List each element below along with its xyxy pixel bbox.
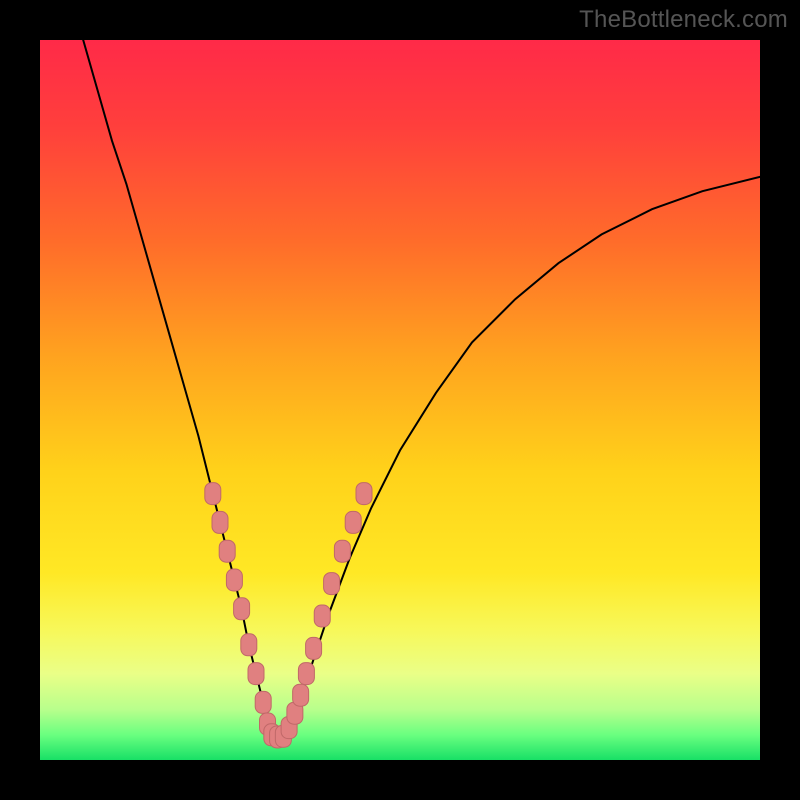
marker-group (205, 483, 372, 748)
data-marker (345, 511, 361, 533)
watermark-text: TheBottleneck.com (579, 6, 788, 34)
data-marker (314, 605, 330, 627)
data-marker (324, 573, 340, 595)
data-marker (205, 483, 221, 505)
chart-layer (40, 40, 760, 760)
data-marker (293, 684, 309, 706)
data-marker (298, 663, 314, 685)
data-marker (334, 540, 350, 562)
data-marker (306, 637, 322, 659)
outer-frame: TheBottleneck.com (0, 0, 800, 800)
data-marker (212, 511, 228, 533)
data-marker (234, 598, 250, 620)
curve-left-branch (83, 40, 270, 738)
plot-area (40, 40, 760, 760)
data-marker (241, 634, 257, 656)
data-marker (255, 691, 271, 713)
data-marker (226, 569, 242, 591)
data-marker (219, 540, 235, 562)
data-marker (248, 663, 264, 685)
data-marker (356, 483, 372, 505)
series-group (83, 40, 760, 738)
curve-right-branch (270, 177, 760, 739)
